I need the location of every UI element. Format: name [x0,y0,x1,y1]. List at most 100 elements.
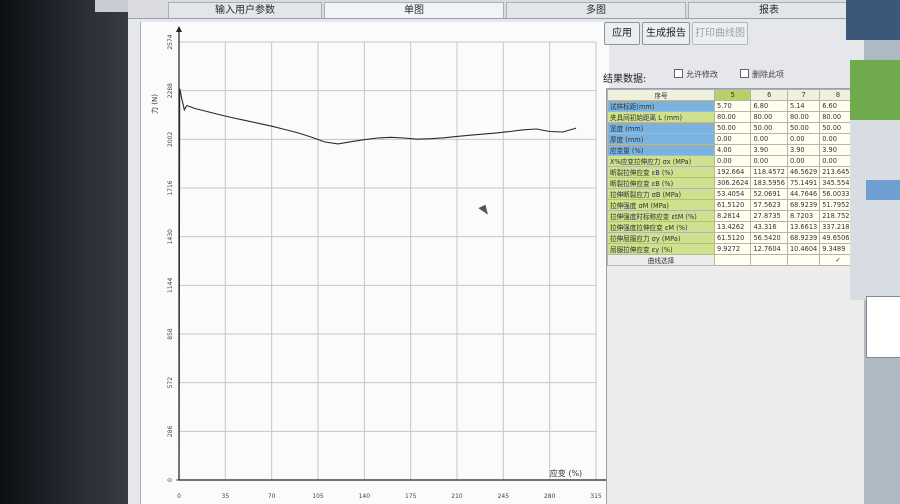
table-cell[interactable]: 0.00 [786,155,821,167]
table-row[interactable]: 厚度 (mm) 0.00 0.00 0.00 0.00 [607,133,857,145]
table-cell[interactable]: 75.1491 [786,177,821,189]
generate-report-button[interactable]: 生成报告 [642,22,690,45]
table-cell[interactable]: 8.2814 [713,210,752,222]
table-cell[interactable]: 0.00 [786,133,821,145]
table-row[interactable]: 宽度 (mm) 50.00 50.00 50.00 50.00 [607,122,857,134]
tab-report[interactable]: 报表 [688,2,850,18]
row-label: X%应变拉伸应力 σx (MPa) [607,155,715,167]
table-row[interactable]: 拉伸强度 σM (MPa) 61.5120 57.5623 68.9239 51.795… [607,199,857,211]
row-label: 拉伸强度时标称应变 εtM (%) [607,210,715,222]
table-cell[interactable]: 50.00 [750,122,788,134]
table-cell[interactable]: 5.70 [713,100,752,112]
table-row[interactable]: 屈服拉伸应变 εy (%) 9.9272 12.7604 10.4604 9.3489 [607,243,857,255]
table-cell[interactable]: 0.00 [750,133,788,145]
table-cell[interactable]: 0.00 [750,155,788,167]
table-cell[interactable]: 61.5120 [713,232,752,244]
allow-edit-checkbox[interactable]: 允许修改 [674,69,718,80]
table-cell[interactable]: 192.664 [713,166,752,178]
curve-select-cell[interactable] [750,254,788,266]
y-tick-label: 858 [167,328,174,340]
table-cell[interactable]: 0.00 [713,133,752,145]
table-row[interactable]: 断裂拉伸应变 εB (%) 192.664 118.4572 46.5629 213.6… [607,166,857,178]
table-cell[interactable]: 57.5623 [750,199,788,211]
y-tick-label: 2002 [167,132,174,147]
table-cell[interactable]: 6.80 [750,100,788,112]
y-axis-arrow-icon [176,26,182,32]
table-cell[interactable]: 50.00 [713,122,752,134]
table-row[interactable]: 断裂拉伸应变 εB (%) 306.2624 183.5956 75.1491 345.… [607,177,857,189]
table-row[interactable]: 拉伸强度拉伸应变 εM (%) 13.4262 43.316 13.6613 337.2… [607,221,857,233]
table-cell[interactable]: 44.7646 [786,188,821,200]
tab-user-params[interactable]: 输入用户参数 [168,2,322,18]
tab-bar: 输入用户参数 单图 多图 报表 [128,0,900,19]
table-cell[interactable]: 306.2624 [713,177,752,189]
table-row[interactable]: X%应变拉伸应力 σx (MPa) 0.00 0.00 0.00 0.00 [607,155,857,167]
table-cell[interactable]: 5.14 [786,100,821,112]
side-run-button[interactable] [866,180,900,200]
table-cell[interactable]: 61.5120 [713,199,752,211]
delete-item-checkbox[interactable]: 删除此项 [740,69,784,80]
table-cell[interactable]: 27.8735 [750,210,788,222]
force-strain-plot[interactable]: 2574 2288 2002 1716 1430 1144 858 572 286 0 0 35 70 1… [140,22,609,504]
results-table-panel: 序号 5 6 7 8 试样标距(mm) 5.70 6.80 5.14 6.60 夹具间初始… [606,88,866,504]
row-label: 拉伸强度拉伸应变 εM (%) [607,221,715,233]
table-cell[interactable]: 13.4262 [713,221,752,233]
table-cell[interactable]: 3.90 [786,144,821,156]
table-cell[interactable]: 12.7604 [750,243,788,255]
table-cell[interactable]: 80.00 [786,111,821,123]
table-cell[interactable]: 56.5420 [750,232,788,244]
table-cell[interactable]: 80.00 [713,111,752,123]
table-cell[interactable]: 53.4054 [713,188,752,200]
curve-select-row[interactable]: 曲线选择 ✓ [607,254,857,266]
table-cell[interactable]: 8.7203 [786,210,821,222]
app-screen: 输入用户参数 单图 多图 报表 2574 2288 2002 1716 1430 1144… [128,0,900,504]
table-cell[interactable]: 43.316 [750,221,788,233]
force-strain-curve [176,88,577,481]
table-row[interactable]: 拉伸断裂应力 σB (MPa) 53.4054 52.0691 44.7646 56.0… [607,188,857,200]
log-box [866,296,900,358]
tab-single-chart[interactable]: 单图 [324,2,504,18]
table-cell[interactable]: 10.4604 [786,243,821,255]
y-tick-label: 286 [167,425,174,437]
side-controls [850,120,900,300]
print-chart-button[interactable]: 打印曲线图 [692,22,748,45]
table-cell[interactable]: 183.5956 [750,177,788,189]
table-row[interactable]: 拉伸强度时标称应变 εtM (%) 8.2814 27.8735 8.7203 218.… [607,210,857,222]
table-cell[interactable]: 52.0691 [750,188,788,200]
table-row[interactable]: 应变量 (%) 4.00 3.90 3.90 3.90 [607,144,857,156]
table-cell[interactable]: 118.4572 [750,166,788,178]
apply-button[interactable]: 应用 [604,22,640,45]
header-col-7[interactable]: 7 [786,89,821,101]
table-row[interactable]: 夹具间初始距离 L (mm) 80.00 80.00 80.00 80.00 [607,111,857,123]
y-tick-label: 0 [167,478,174,482]
table-cell[interactable]: 68.9239 [786,199,821,211]
y-tick-label: 1430 [167,229,174,244]
x-tick-label: 105 [312,493,324,500]
curve-select-cell[interactable] [713,254,752,266]
x-tick-label: 175 [405,493,417,500]
results-table: 序号 5 6 7 8 试样标距(mm) 5.70 6.80 5.14 6.60 夹具间初始… [607,89,857,266]
table-row[interactable]: 试样标距(mm) 5.70 6.80 5.14 6.60 [607,100,857,112]
readout-display [846,0,900,40]
table-cell[interactable]: 0.00 [713,155,752,167]
table-cell[interactable]: 68.9239 [786,232,821,244]
table-row[interactable]: 拉伸屈服应力 σy (MPa) 61.5120 56.5420 68.9239 49.6… [607,232,857,244]
table-cell[interactable]: 3.90 [750,144,788,156]
x-tick-label: 315 [590,493,602,500]
header-col-5[interactable]: 5 [713,89,752,101]
table-cell[interactable]: 46.5629 [786,166,821,178]
row-label: 厚度 (mm) [607,133,715,145]
table-cell[interactable]: 50.00 [786,122,821,134]
table-cell[interactable]: 13.6613 [786,221,821,233]
tab-multi-chart[interactable]: 多图 [506,2,686,18]
row-label: 拉伸断裂应力 σB (MPa) [607,188,715,200]
curve-select-cell[interactable] [786,254,821,266]
table-cell[interactable]: 9.9272 [713,243,752,255]
results-title: 结果数据: [603,74,647,85]
table-cell[interactable]: 4.00 [713,144,752,156]
x-tick-label: 0 [177,493,181,500]
table-cell[interactable]: 80.00 [750,111,788,123]
y-tick-label: 2288 [167,83,174,98]
header-col-6[interactable]: 6 [750,89,788,101]
header-seq: 序号 [607,89,715,101]
